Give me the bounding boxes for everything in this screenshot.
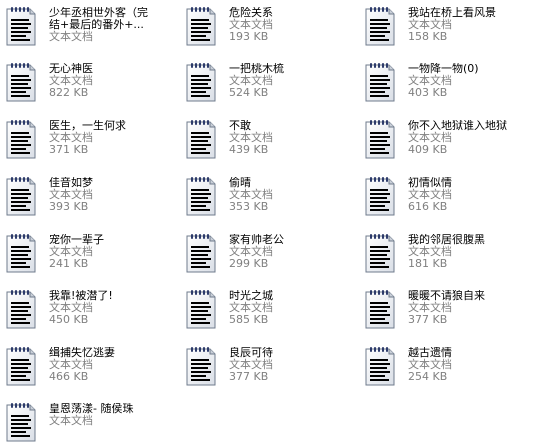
file-size: 371 KB [49, 143, 89, 156]
file-size: 524 KB [229, 86, 269, 99]
text-document-icon [365, 347, 395, 386]
text-document-icon [6, 403, 36, 442]
text-document-icon [186, 290, 216, 329]
text-document-icon [186, 120, 216, 159]
text-document-icon [365, 7, 395, 46]
file-text: 暖暖不请狼自来 文本文档 377 KB [408, 290, 536, 326]
file-text: 医生，一生何求 文本文档 371 KB [49, 120, 177, 156]
file-name: 少年丞相世外客（完 [49, 7, 148, 19]
text-document-icon [365, 63, 395, 102]
file-text: 良辰可待 文本文档 377 KB [229, 347, 357, 383]
file-type: 文本文档 [49, 414, 93, 427]
text-document-icon [186, 177, 216, 216]
file-size: 299 KB [229, 257, 269, 270]
file-text: 一物降一物(0) 文本文档 403 KB [408, 63, 536, 99]
file-text: 缉捕失忆逃妻 文本文档 466 KB [49, 347, 177, 383]
file-item[interactable]: 偷晴 文本文档 353 KB [180, 170, 358, 222]
file-text: 佳音如梦 文本文档 393 KB [49, 177, 177, 213]
file-item[interactable]: 危险关系 文本文档 193 KB [180, 0, 358, 52]
file-item[interactable]: 缉捕失忆逃妻 文本文档 466 KB [0, 340, 178, 392]
file-text: 少年丞相世外客（完 结+最后的番外+... 文本文档 [49, 7, 177, 43]
text-document-icon [365, 234, 395, 273]
text-document-icon [6, 177, 36, 216]
file-item[interactable]: 医生，一生何求 文本文档 371 KB [0, 113, 178, 165]
text-document-icon [186, 63, 216, 102]
file-text: 无心神医 文本文档 822 KB [49, 63, 177, 99]
file-item[interactable]: 我靠!被潜了! 文本文档 450 KB [0, 283, 178, 335]
file-size: 393 KB [49, 200, 89, 213]
file-text: 皇恩荡漾- 随侯珠 文本文档 [49, 403, 177, 427]
text-document-icon [6, 120, 36, 159]
file-item[interactable]: 无心神医 文本文档 822 KB [0, 56, 178, 108]
file-text: 我靠!被潜了! 文本文档 450 KB [49, 290, 177, 326]
text-document-icon [186, 347, 216, 386]
text-document-icon [365, 290, 395, 329]
file-item[interactable]: 越古遗情 文本文档 254 KB [359, 340, 537, 392]
file-item[interactable]: 皇恩荡漾- 随侯珠 文本文档 [0, 396, 178, 448]
file-size: 254 KB [408, 370, 448, 383]
file-size: 403 KB [408, 86, 448, 99]
file-item[interactable]: 我的邻居很腹黑 文本文档 181 KB [359, 227, 537, 279]
file-size: 377 KB [229, 370, 269, 383]
file-item[interactable]: 少年丞相世外客（完 结+最后的番外+... 文本文档 [0, 0, 178, 52]
file-size: 193 KB [229, 30, 269, 43]
file-size: 439 KB [229, 143, 269, 156]
file-item[interactable]: 宠你一辈子 文本文档 241 KB [0, 227, 178, 279]
file-text: 一把桃木梳 文本文档 524 KB [229, 63, 357, 99]
file-item[interactable]: 时光之城 文本文档 585 KB [180, 283, 358, 335]
file-size: 181 KB [408, 257, 448, 270]
file-grid: 少年丞相世外客（完 结+最后的番外+... 文本文档 危险关系 文本文档 193… [0, 0, 545, 442]
text-document-icon [365, 120, 395, 159]
text-document-icon [6, 290, 36, 329]
file-item[interactable]: 良辰可待 文本文档 377 KB [180, 340, 358, 392]
text-document-icon [6, 234, 36, 273]
file-item[interactable]: 我站在桥上看风景 文本文档 158 KB [359, 0, 537, 52]
file-text: 你不入地狱谁入地狱 文本文档 409 KB [408, 120, 536, 156]
file-item[interactable]: 家有帅老公 文本文档 299 KB [180, 227, 358, 279]
file-item[interactable]: 你不入地狱谁入地狱 文本文档 409 KB [359, 113, 537, 165]
file-size: 466 KB [49, 370, 89, 383]
file-text: 偷晴 文本文档 353 KB [229, 177, 357, 213]
file-text: 越古遗情 文本文档 254 KB [408, 347, 536, 383]
file-text: 不敢 文本文档 439 KB [229, 120, 357, 156]
file-text: 初情似情 文本文档 616 KB [408, 177, 536, 213]
text-document-icon [6, 7, 36, 46]
file-item[interactable]: 一把桃木梳 文本文档 524 KB [180, 56, 358, 108]
file-item[interactable]: 初情似情 文本文档 616 KB [359, 170, 537, 222]
file-item[interactable]: 一物降一物(0) 文本文档 403 KB [359, 56, 537, 108]
file-size: 377 KB [408, 313, 448, 326]
file-text: 危险关系 文本文档 193 KB [229, 7, 357, 43]
text-document-icon [365, 177, 395, 216]
file-text: 我站在桥上看风景 文本文档 158 KB [408, 7, 536, 43]
file-item[interactable]: 不敢 文本文档 439 KB [180, 113, 358, 165]
file-size: 353 KB [229, 200, 269, 213]
file-size: 409 KB [408, 143, 448, 156]
file-item[interactable]: 佳音如梦 文本文档 393 KB [0, 170, 178, 222]
file-size: 158 KB [408, 30, 448, 43]
file-text: 我的邻居很腹黑 文本文档 181 KB [408, 234, 536, 270]
file-type: 文本文档 [49, 30, 93, 43]
text-document-icon [186, 7, 216, 46]
file-size: 822 KB [49, 86, 89, 99]
file-text: 家有帅老公 文本文档 299 KB [229, 234, 357, 270]
text-document-icon [6, 63, 36, 102]
text-document-icon [6, 347, 36, 386]
file-size: 241 KB [49, 257, 89, 270]
file-text: 时光之城 文本文档 585 KB [229, 290, 357, 326]
file-size: 616 KB [408, 200, 448, 213]
file-item[interactable]: 暖暖不请狼自来 文本文档 377 KB [359, 283, 537, 335]
file-size: 450 KB [49, 313, 89, 326]
file-text: 宠你一辈子 文本文档 241 KB [49, 234, 177, 270]
text-document-icon [186, 234, 216, 273]
file-size: 585 KB [229, 313, 269, 326]
